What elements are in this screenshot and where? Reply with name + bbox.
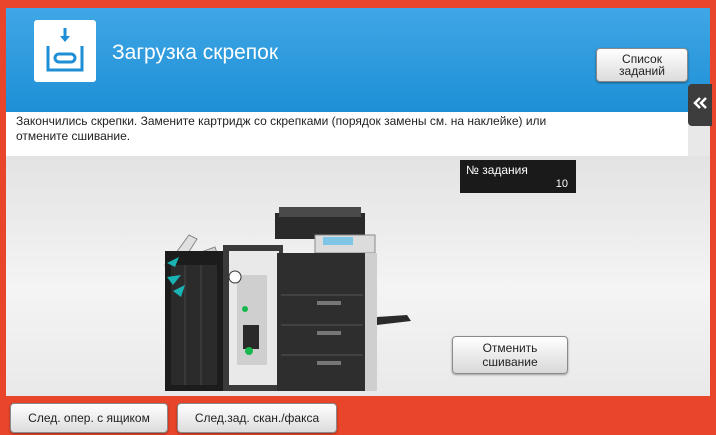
page-title: Загрузка скрепок <box>112 41 279 64</box>
double-chevron-left-icon <box>693 96 707 114</box>
status-message: Закончились скрепки. Замените картридж с… <box>16 114 547 143</box>
cancel-stapling-label: Отменить сшивание <box>482 341 538 369</box>
message-panel: Закончились скрепки. Замените картридж с… <box>6 112 688 156</box>
next-op-box-button[interactable]: След. опер. с ящиком <box>10 403 168 433</box>
job-list-button[interactable]: Список заданий <box>596 48 688 82</box>
printer-illustration <box>145 205 415 395</box>
next-op-box-label: След. опер. с ящиком <box>28 411 150 425</box>
job-number-label: № задания <box>466 163 528 177</box>
footer-bar: След. опер. с ящиком След.зад. скан./фак… <box>0 396 716 435</box>
job-list-label: Список заданий <box>619 52 665 78</box>
staple-load-icon <box>34 20 96 82</box>
job-number-badge: № задания 10 <box>460 160 576 193</box>
next-scan-fax-button[interactable]: След.зад. скан./факса <box>177 403 337 433</box>
job-number-value: 10 <box>555 178 568 190</box>
cancel-stapling-button[interactable]: Отменить сшивание <box>452 336 568 374</box>
next-scan-fax-label: След.зад. скан./факса <box>194 411 320 425</box>
side-panel-toggle[interactable] <box>688 84 712 126</box>
header-bar: Загрузка скрепок Список заданий <box>6 8 710 112</box>
